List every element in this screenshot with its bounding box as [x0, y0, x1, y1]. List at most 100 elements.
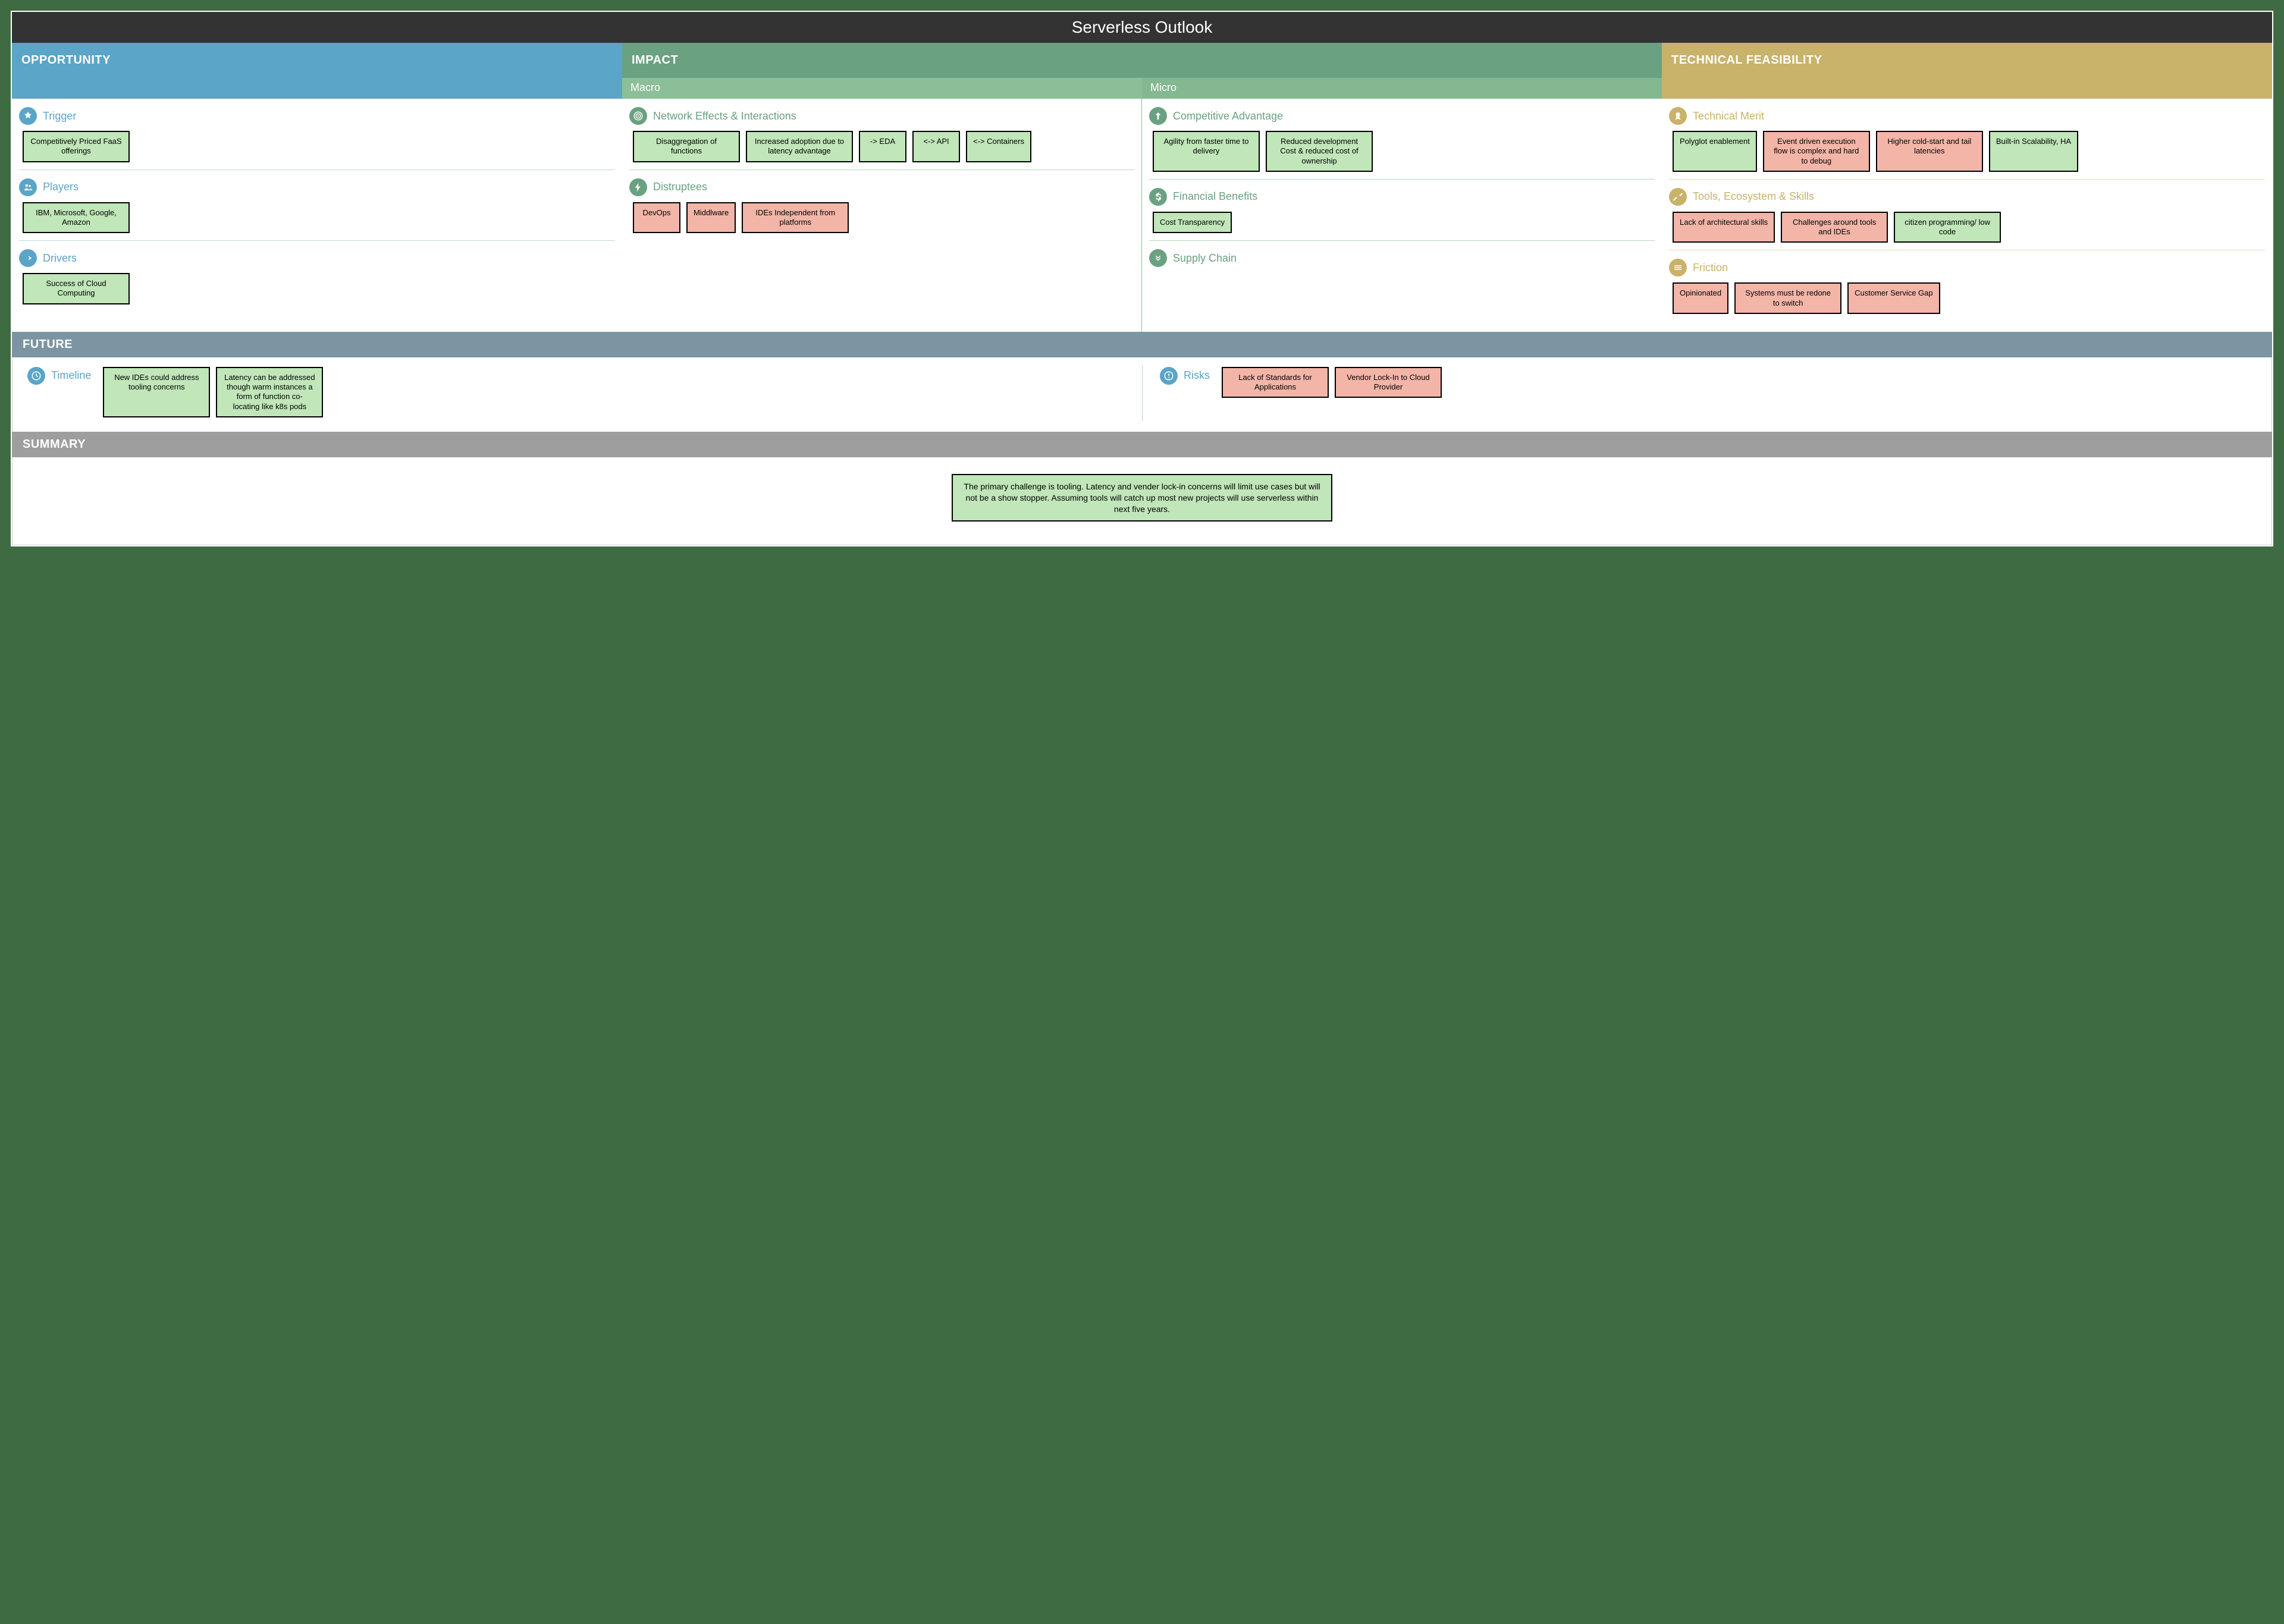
tools-icon [1669, 188, 1687, 206]
section-head: Financial Benefits [1149, 188, 1655, 206]
card: Lack of architectural skills [1673, 212, 1775, 243]
section-head: Network Effects & Interactions [629, 107, 1134, 125]
diagram-canvas: Serverless Outlook OPPORTUNITY IMPACT Ma… [11, 11, 2273, 546]
section-head: Risks [1160, 367, 1210, 385]
header-impact-wrap: IMPACT Macro Micro [622, 43, 1662, 99]
section-players: Players IBM, Microsoft, Google, Amazon [19, 178, 615, 234]
star-icon [19, 107, 37, 125]
section-head: Friction [1669, 259, 2265, 277]
bolt-icon [629, 178, 647, 196]
section-divider [19, 240, 615, 241]
card: IBM, Microsoft, Google, Amazon [23, 202, 130, 234]
column-micro: Competitive Advantage Agility from faster… [1142, 99, 1662, 332]
subheader-micro: Micro [1142, 78, 1662, 99]
card-group: Disaggregation of functionsIncreased ado… [629, 131, 1134, 162]
up-icon [1149, 107, 1167, 125]
section-title: Supply Chain [1173, 252, 1237, 265]
card: Systems must be redone to switch [1734, 282, 1841, 314]
dollar-icon [1149, 188, 1167, 206]
friction-icon [1669, 259, 1687, 277]
card: Customer Service Gap [1847, 282, 1940, 314]
card: Success of Cloud Computing [23, 273, 130, 304]
header-technical: TECHNICAL FEASIBILITY [1662, 43, 2272, 99]
card: Built-in Scalability, HA [1989, 131, 2078, 172]
section-title: Tools, Ecosystem & Skills [1693, 190, 1814, 203]
card: New IDEs could address tooling concerns [103, 367, 210, 417]
card: Disaggregation of functions [633, 131, 740, 162]
card: Agility from faster time to delivery [1153, 131, 1260, 172]
section-title: Players [43, 181, 79, 193]
card-group: DevOpsMiddlwareIDEs Independent from pla… [629, 202, 1134, 234]
card-group: Success of Cloud Computing [19, 273, 615, 304]
card-group: IBM, Microsoft, Google, Amazon [19, 202, 615, 234]
section-title: Distruptees [653, 181, 707, 193]
card: citizen programming/ low code [1894, 212, 2001, 243]
card: Polyglot enablement [1673, 131, 1757, 172]
section-title: Network Effects & Interactions [653, 110, 796, 122]
column-technical: Technical Merit Polyglot enablementEvent … [1662, 99, 2272, 332]
card: Opinionated [1673, 282, 1728, 314]
impact-subheaders: Macro Micro [622, 78, 1662, 99]
section-title: Financial Benefits [1173, 190, 1257, 203]
top-header-row: OPPORTUNITY IMPACT Macro Micro TECHNICAL… [12, 43, 2272, 99]
section-distruptees: Distruptees DevOpsMiddlwareIDEs Independe… [629, 178, 1134, 234]
people-icon [19, 178, 37, 196]
card: Vendor Lock-In to Cloud Provider [1335, 367, 1442, 398]
target-icon [629, 107, 647, 125]
card: Latency can be addressed though warm ins… [216, 367, 323, 417]
future-divider [1142, 366, 1143, 421]
section-divider [629, 169, 1134, 170]
medal-icon [1669, 107, 1687, 125]
section-title: Technical Merit [1693, 110, 1764, 122]
summary-card: The primary challenge is tooling. Latenc… [952, 474, 1332, 522]
header-summary: SUMMARY [12, 432, 2272, 457]
section-divider [1149, 179, 1655, 180]
section-head: Distruptees [629, 178, 1134, 196]
section-network-effects-interactions: Network Effects & Interactions Disaggrega… [629, 107, 1134, 162]
section-head: Timeline [27, 367, 91, 385]
arrow-icon [19, 249, 37, 267]
card-group: New IDEs could address tooling concernsL… [99, 367, 323, 417]
card-group: OpinionatedSystems must be redone to swi… [1669, 282, 2265, 314]
column-macro: Network Effects & Interactions Disaggrega… [622, 99, 1142, 332]
chain-icon [1149, 249, 1167, 267]
card: DevOps [633, 202, 680, 234]
card: IDEs Independent from platforms [742, 202, 849, 234]
section-head: Trigger [19, 107, 615, 125]
section-friction: Friction OpinionatedSystems must be redon… [1669, 259, 2265, 314]
card: Challenges around tools and IDEs [1781, 212, 1888, 243]
card-group: Lack of Standards for ApplicationsVendor… [1218, 367, 1442, 398]
future-risks: Risks Lack of Standards for ApplicationsV… [1142, 365, 2264, 420]
future-timeline: Timeline New IDEs could address tooling c… [20, 365, 1142, 420]
card: -> EDA [859, 131, 906, 162]
header-opportunity: OPPORTUNITY [12, 43, 622, 99]
section-head: Competitive Advantage [1149, 107, 1655, 125]
alert-icon [1160, 367, 1178, 385]
column-opportunity: Trigger Competitively Priced FaaS offerin… [12, 99, 622, 332]
section-divider [1669, 179, 2265, 180]
section-title: Trigger [43, 110, 76, 122]
section-technical-merit: Technical Merit Polyglot enablementEvent … [1669, 107, 2265, 172]
section-title: Drivers [43, 252, 77, 265]
page-title: Serverless Outlook [12, 12, 2272, 43]
header-future: FUTURE [12, 332, 2272, 357]
header-impact: IMPACT [622, 43, 1662, 78]
card-group: Competitively Priced FaaS offerings [19, 131, 615, 162]
card: Event driven execution flow is complex a… [1763, 131, 1870, 172]
card: <-> API [912, 131, 960, 162]
section-title: Friction [1693, 262, 1728, 274]
card: Competitively Priced FaaS offerings [23, 131, 130, 162]
section-head: Drivers [19, 249, 615, 267]
section-head: Technical Merit [1669, 107, 2265, 125]
card: Higher cold-start and tail latencies [1876, 131, 1983, 172]
card: Reduced development Cost & reduced cost … [1266, 131, 1373, 172]
card-group: Cost Transparency [1149, 212, 1655, 233]
section-competitive-advantage: Competitive Advantage Agility from faster… [1149, 107, 1655, 172]
section-supply-chain: Supply Chain [1149, 249, 1655, 273]
subheader-macro: Macro [622, 78, 1142, 99]
section-head: Supply Chain [1149, 249, 1655, 267]
section-financial-benefits: Financial Benefits Cost Transparency [1149, 188, 1655, 233]
card-group: Lack of architectural skillsChallenges a… [1669, 212, 2265, 243]
section-divider [1149, 240, 1655, 241]
future-body: Timeline New IDEs could address tooling c… [12, 357, 2272, 432]
